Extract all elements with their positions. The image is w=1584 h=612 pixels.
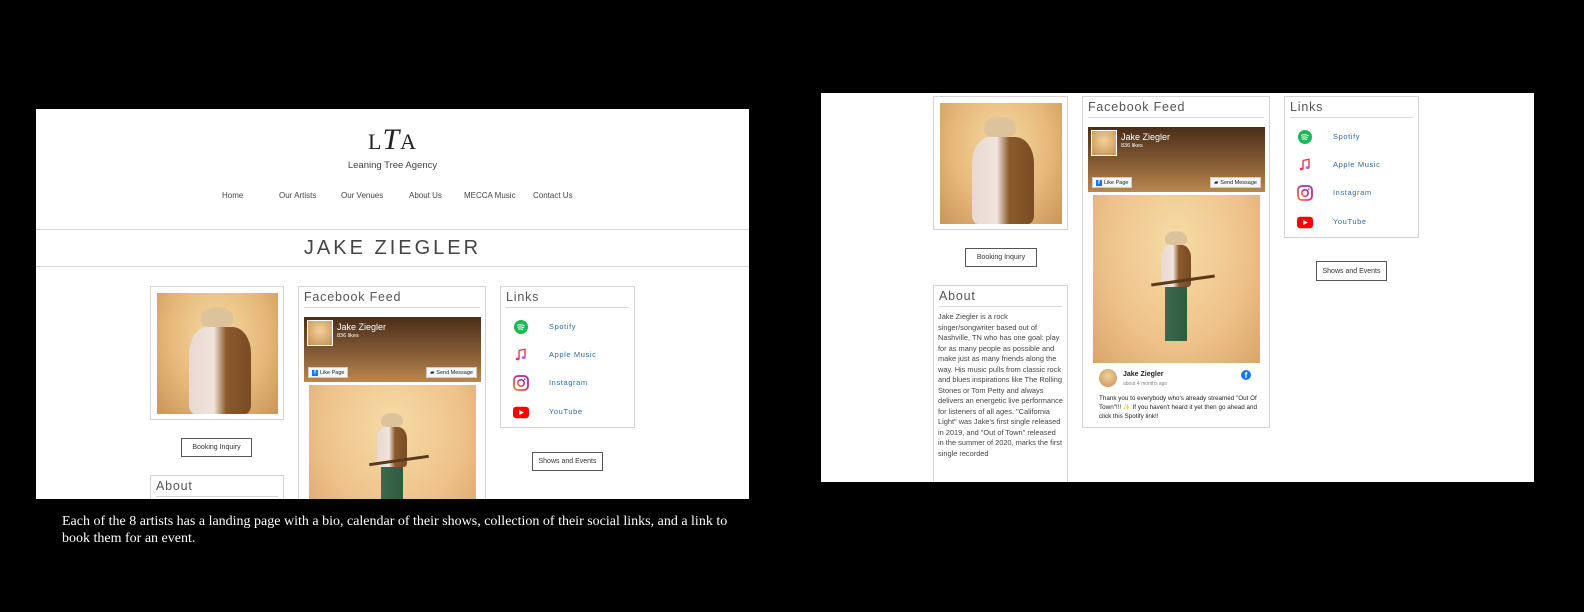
youtube-icon — [1297, 215, 1313, 229]
booking-inquiry-button[interactable]: Booking Inquiry — [181, 438, 252, 457]
like-page-button[interactable]: f Like Page — [1092, 177, 1133, 188]
links-title: Links — [1290, 100, 1324, 114]
artist-page-screenshot-full: LTA Leaning Tree Agency Home Our Artists… — [36, 109, 749, 499]
messenger-icon: ▰ — [430, 369, 435, 376]
post-author-avatar[interactable] — [1099, 369, 1117, 387]
booking-inquiry-button[interactable]: Booking Inquiry — [965, 248, 1037, 267]
about-title: About — [156, 479, 193, 493]
spotify-icon — [513, 320, 529, 334]
artist-name: JAKE ZIEGLER — [303, 237, 482, 259]
send-message-button[interactable]: ▰ Send Message — [426, 367, 477, 378]
messenger-icon: ▰ — [1214, 179, 1219, 186]
artist-page-screenshot-scrolled: Booking Inquiry About Jake Ziegler is a … — [821, 93, 1534, 482]
nav-mecca-music[interactable]: MECCA Music — [464, 191, 516, 200]
link-apple-music[interactable]: Apple Music — [501, 345, 634, 365]
about-title: About — [939, 289, 976, 303]
link-spotify[interactable]: Spotify — [1285, 127, 1418, 147]
nav-contact-us[interactable]: Contact Us — [533, 191, 573, 200]
link-spotify[interactable]: Spotify — [501, 317, 634, 337]
facebook-post-photo[interactable] — [1093, 195, 1260, 363]
facebook-feed-title: Facebook Feed — [1088, 100, 1186, 114]
link-youtube[interactable]: YouTube — [1285, 212, 1418, 232]
shows-and-events-button[interactable]: Shows and Events — [1316, 261, 1387, 281]
links-card: Links Spotify Apple Music Instagram YouT… — [1284, 96, 1419, 238]
post-text: Thank you to everybody who's already str… — [1099, 395, 1257, 421]
post-timestamp[interactable]: about 4 months ago — [1123, 381, 1167, 387]
facebook-page-name[interactable]: Jake Ziegler — [1121, 132, 1170, 142]
links-card: Links Spotify Apple Music Instagram YouT… — [500, 286, 635, 428]
links-title: Links — [506, 290, 540, 304]
spotify-icon — [1297, 130, 1313, 144]
link-instagram[interactable]: Instagram — [1285, 183, 1418, 203]
about-bio-text: Jake Ziegler is a rock singer/songwriter… — [938, 312, 1063, 458]
artist-photo-card — [150, 286, 284, 420]
instagram-icon — [1297, 185, 1313, 201]
nav-about-us[interactable]: About Us — [409, 191, 442, 200]
facebook-page-name[interactable]: Jake Ziegler — [337, 322, 386, 332]
shows-and-events-button[interactable]: Shows and Events — [532, 452, 603, 471]
facebook-icon: f — [1096, 179, 1102, 186]
facebook-feed-card: Facebook Feed Jake Ziegler 836 likes f Li… — [298, 286, 486, 499]
post-author-name[interactable]: Jake Ziegler — [1123, 371, 1163, 378]
facebook-page-avatar — [1091, 130, 1117, 156]
facebook-feed-card: Facebook Feed Jake Ziegler 836 likes f Li… — [1082, 96, 1270, 428]
facebook-page-avatar — [307, 320, 333, 346]
artist-photo — [940, 103, 1062, 224]
about-card: About — [150, 475, 284, 499]
instagram-icon — [513, 375, 529, 391]
facebook-page-header[interactable]: Jake Ziegler 836 likes f Like Page ▰ Send … — [304, 317, 481, 382]
link-instagram[interactable]: Instagram — [501, 373, 634, 393]
nav-our-artists[interactable]: Our Artists — [279, 191, 316, 200]
facebook-icon: f — [312, 369, 318, 376]
nav-our-venues[interactable]: Our Venues — [341, 191, 383, 200]
apple-music-icon — [513, 348, 529, 362]
nav-home[interactable]: Home — [222, 191, 243, 200]
youtube-icon — [513, 405, 529, 419]
facebook-likes: 836 likes — [1121, 143, 1143, 149]
facebook-page-header[interactable]: Jake Ziegler 836 likes f Like Page ▰ Send … — [1088, 127, 1265, 192]
facebook-post-photo[interactable] — [309, 385, 476, 499]
apple-music-icon — [1297, 158, 1313, 172]
facebook-feed-title: Facebook Feed — [304, 290, 402, 304]
about-card: About Jake Ziegler is a rock singer/song… — [933, 285, 1068, 482]
artist-photo — [157, 293, 278, 414]
link-youtube[interactable]: YouTube — [501, 402, 634, 422]
slide-caption: Each of the 8 artists has a landing page… — [62, 514, 728, 546]
facebook-icon[interactable]: f — [1241, 370, 1251, 380]
title-divider — [36, 266, 749, 267]
like-page-button[interactable]: f Like Page — [308, 367, 349, 378]
header-divider — [36, 229, 749, 230]
send-message-button[interactable]: ▰ Send Message — [1210, 177, 1261, 188]
facebook-likes: 836 likes — [337, 333, 359, 339]
artist-photo-card — [933, 96, 1068, 230]
agency-name: Leaning Tree Agency — [347, 160, 438, 171]
link-apple-music[interactable]: Apple Music — [1285, 155, 1418, 175]
site-logo[interactable]: LTA — [36, 123, 749, 157]
